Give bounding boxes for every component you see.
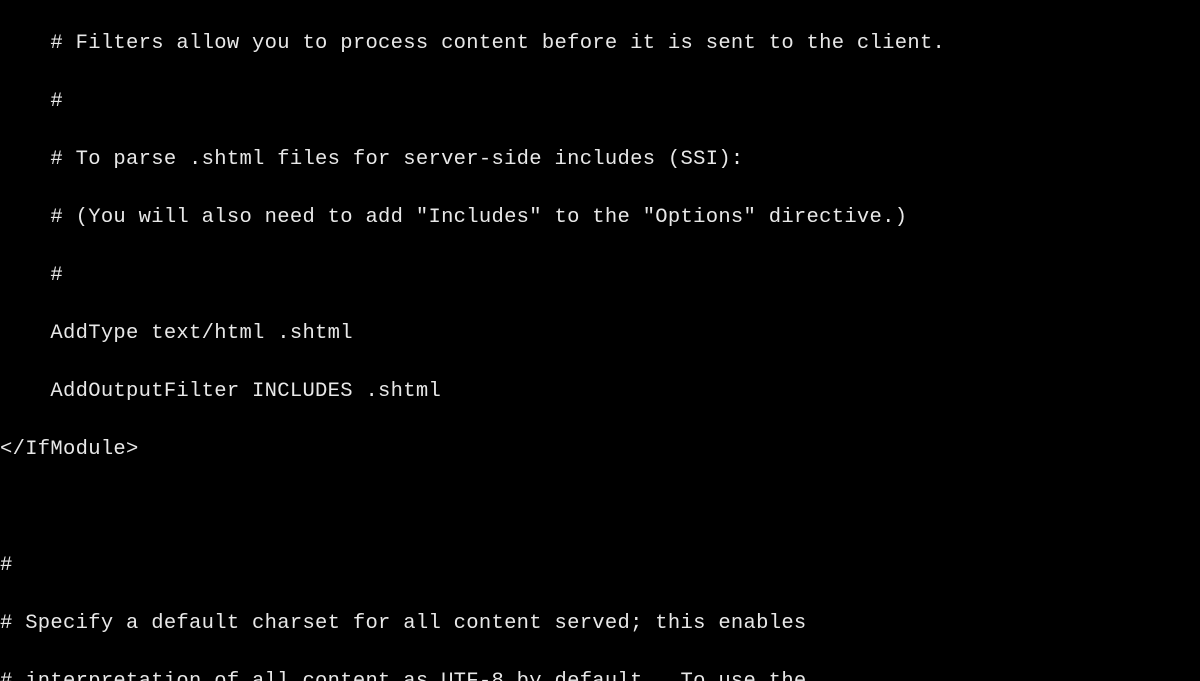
code-line [0,493,1200,522]
code-line: # Filters allow you to process content b… [0,29,1200,58]
code-line: AddType text/html .shtml [0,319,1200,348]
code-line: # (You will also need to add "Includes" … [0,203,1200,232]
code-line: # [0,261,1200,290]
code-line: # interpretation of all content as UTF-8… [0,667,1200,681]
code-line: </IfModule> [0,435,1200,464]
terminal-editor[interactable]: # Filters allow you to process content b… [0,0,1200,681]
code-line: # Specify a default charset for all cont… [0,609,1200,638]
code-line: # [0,551,1200,580]
code-line: # To parse .shtml files for server-side … [0,145,1200,174]
code-line: AddOutputFilter INCLUDES .shtml [0,377,1200,406]
code-line: # [0,87,1200,116]
